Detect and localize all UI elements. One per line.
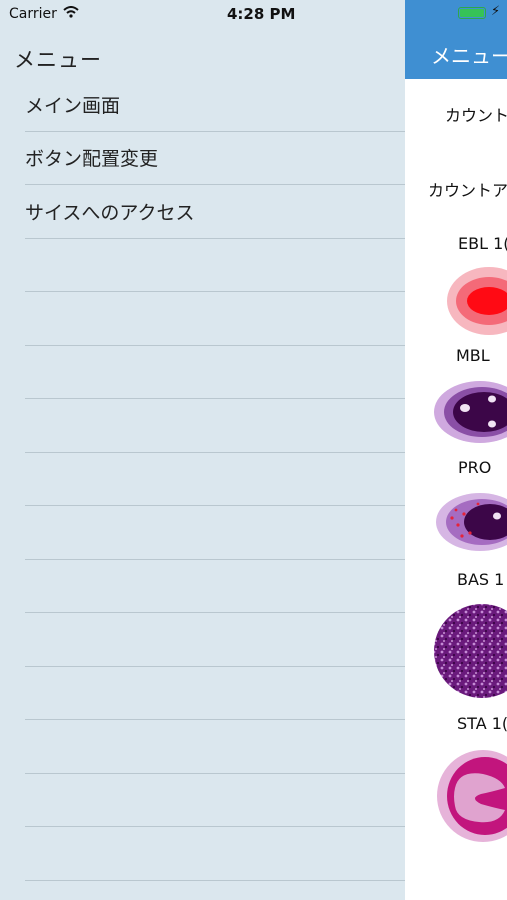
menu-item-button-layout[interactable]: ボタン配置変更: [25, 132, 405, 185]
count-label: カウント: [445, 106, 507, 125]
count-setting-label: カウントア: [428, 181, 507, 200]
empty-row: [25, 453, 405, 506]
empty-row: [25, 613, 405, 667]
status-carrier: Carrier: [9, 6, 79, 22]
wifi-icon: [63, 6, 79, 22]
empty-row: [25, 346, 405, 399]
empty-row: [25, 506, 405, 560]
nav-title[interactable]: メニュー: [431, 40, 507, 69]
cell-label-mbl: MBL: [456, 346, 490, 365]
cell-label-pro: PRO: [458, 458, 492, 477]
empty-row: [25, 774, 405, 827]
carrier-label: Carrier: [9, 6, 57, 22]
bas-cell-button[interactable]: [432, 602, 507, 700]
pro-cell-button[interactable]: [434, 490, 507, 554]
empty-row: [25, 667, 405, 720]
menu-item-site-access[interactable]: サイスへのアクセス: [25, 185, 405, 239]
main-screen: ⚡ メニュー カウント カウントア EBL 1( MBL PRO BAS 1 S…: [405, 0, 507, 900]
empty-row: [25, 720, 405, 774]
cell-label-ebl: EBL 1(: [458, 234, 507, 253]
nav-bar: ⚡ メニュー: [405, 0, 507, 79]
battery-icon: [458, 7, 486, 19]
menu-list: メイン画面 ボタン配置変更 サイスへのアクセス: [25, 78, 405, 881]
mbl-cell-button[interactable]: [432, 378, 507, 446]
empty-row: [25, 560, 405, 613]
menu-item-label: ボタン配置変更: [25, 148, 159, 171]
cell-label-sta: STA 1(: [457, 714, 507, 733]
side-menu: Carrier 4:28 PM メニュー メイン画面 ボタン配置変更 サイスへの…: [0, 0, 405, 900]
sta-cell-button[interactable]: [435, 748, 507, 844]
charging-bolt-icon: ⚡: [491, 4, 501, 19]
menu-title: メニュー: [14, 48, 102, 72]
cell-label-bas: BAS 1: [457, 570, 505, 589]
empty-row: [25, 239, 405, 292]
menu-item-main-screen[interactable]: メイン画面: [25, 78, 405, 132]
empty-row: [25, 827, 405, 881]
menu-item-label: メイン画面: [25, 94, 121, 117]
empty-row: [25, 292, 405, 346]
ebl-cell-button[interactable]: [445, 265, 507, 337]
menu-item-label: サイスへのアクセス: [25, 201, 195, 224]
status-time: 4:28 PM: [227, 5, 296, 23]
empty-row: [25, 399, 405, 453]
